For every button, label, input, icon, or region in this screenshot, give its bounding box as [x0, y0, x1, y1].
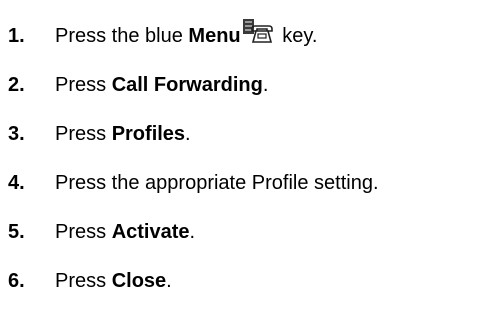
step-text-pre: Press — [55, 270, 112, 292]
step-text-post: . — [189, 221, 196, 243]
step-text: Press Profiles. — [55, 114, 191, 154]
step-text: Press Activate. — [55, 212, 195, 252]
step-text: Press the appropriate Profile setting. — [55, 163, 379, 203]
step-2: 2. Press Call Forwarding. — [0, 65, 491, 105]
step-text: Press Close. — [55, 261, 172, 301]
step-text-pre: Press — [55, 123, 112, 145]
step-1: 1. Press the blue Menu key. — [0, 16, 491, 56]
step-text-post: . — [185, 123, 191, 145]
step-number: 3. — [8, 123, 25, 145]
step-text-bold: Activate — [111, 221, 190, 243]
step-text-bold: Close — [111, 270, 167, 292]
step-number: 1. — [8, 25, 25, 47]
step-text-pre: Press the blue — [55, 25, 189, 47]
step-6: 6. Press Close. — [0, 261, 491, 301]
step-text-post: . — [166, 270, 172, 292]
step-text-bold: Call Forwarding — [111, 74, 263, 96]
step-text-bold: Menu — [188, 25, 241, 47]
step-number: 5. — [8, 221, 25, 243]
step-number: 2. — [8, 74, 25, 96]
step-text-post: key. — [276, 25, 318, 47]
step-text: Press Call Forwarding. — [55, 65, 268, 105]
step-text-post: . — [262, 74, 269, 96]
step-text: Press the blue Menu key. — [55, 16, 317, 56]
phone-menu-icon — [242, 19, 273, 45]
step-text-pre: Press the appropriate Profile setting. — [55, 172, 379, 194]
step-4: 4. Press the appropriate Profile setting… — [0, 163, 491, 203]
step-number: 6. — [8, 270, 25, 292]
step-3: 3. Press Profiles. — [0, 114, 491, 154]
step-text-bold: Profiles — [111, 123, 186, 145]
step-5: 5. Press Activate. — [0, 212, 491, 252]
step-number: 4. — [8, 172, 25, 194]
step-text-pre: Press — [55, 221, 112, 243]
step-text-pre: Press — [55, 74, 112, 96]
instruction-steps: 1. Press the blue Menu key. 2. Press Cal… — [0, 0, 491, 309]
